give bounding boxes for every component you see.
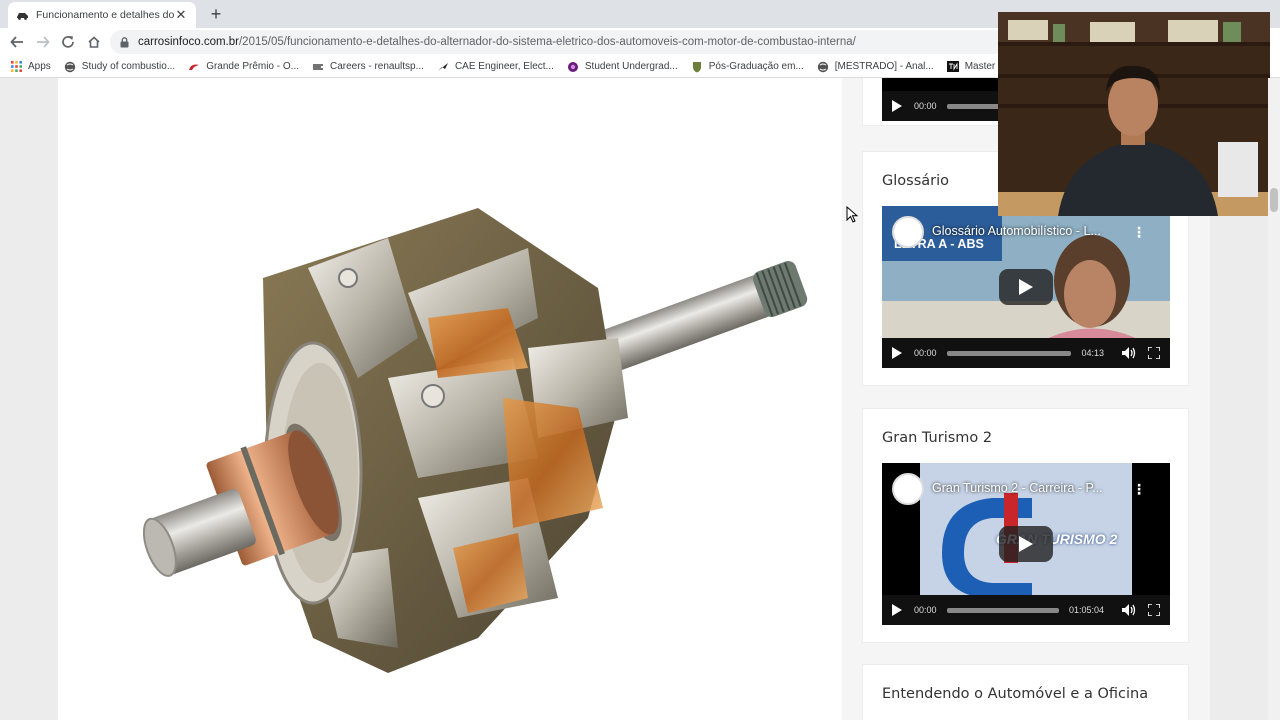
globe-icon (64, 61, 76, 73)
play-icon[interactable] (892, 604, 902, 616)
forward-icon[interactable] (33, 32, 53, 52)
bookmark-student-undergrad[interactable]: Student Undergrad... (567, 61, 678, 73)
site-favicon-icon (16, 10, 29, 21)
more-options-icon[interactable]: ⋮ (1132, 224, 1146, 241)
purple-circle-icon (567, 61, 579, 73)
url-domain: carrosinfoco.com.br (138, 36, 239, 48)
channel-avatar-icon[interactable] (892, 216, 924, 248)
url-path: /2015/05/funcionamento-e-detalhes-do-alt… (238, 36, 856, 48)
video-current-time: 00:00 (914, 101, 937, 111)
arrow-logo-icon (437, 61, 449, 73)
crest-icon (691, 61, 703, 73)
bookmark-mestrado[interactable]: [MESTRADO] - Anal... (817, 61, 934, 73)
scrollbar-thumb[interactable] (1270, 188, 1278, 212)
bookmark-label: Study of combustio... (81, 61, 176, 72)
bookmark-label: Student Undergrad... (584, 61, 678, 72)
big-play-icon[interactable] (999, 269, 1053, 305)
globe-icon (817, 61, 829, 73)
bookmark-label: CAE Engineer, Elect... (454, 61, 554, 72)
play-icon[interactable] (892, 100, 902, 112)
video-controls: 00:00 04:13 (882, 338, 1170, 368)
bookmark-pos-graduacao[interactable]: Pós-Graduação em... (691, 61, 804, 73)
renault-icon (312, 61, 324, 73)
bookmark-label: [MESTRADO] - Anal... (834, 61, 934, 72)
new-tab-button[interactable]: + (206, 4, 226, 24)
more-options-icon[interactable]: ⋮ (1132, 481, 1146, 498)
webcam-overlay (998, 12, 1270, 216)
bookmark-label: Apps (28, 61, 51, 72)
fullscreen-icon[interactable] (1148, 604, 1160, 616)
home-icon[interactable] (84, 32, 104, 52)
video-title[interactable]: Glossário Automobilístico - L... (932, 224, 1101, 238)
active-tab[interactable]: Funcionamento e detalhes do alt ✕ (8, 2, 196, 28)
video-progress-track[interactable] (946, 607, 1059, 613)
gp-logo-icon (188, 61, 200, 73)
bookmark-label: Pós-Graduação em... (708, 61, 804, 72)
channel-avatar-icon[interactable] (892, 473, 924, 505)
bookmark-cae-engineer[interactable]: CAE Engineer, Elect... (437, 61, 554, 73)
bookmark-study-of-combustion[interactable]: Study of combustio... (64, 61, 175, 73)
volume-icon[interactable] (1122, 347, 1136, 359)
bookmark-grande-premio[interactable]: Grande Prêmio - O... (188, 61, 299, 73)
video-duration: 01:05:04 (1068, 605, 1104, 615)
widget-title: Entendendo o Automóvel e a Oficina (882, 686, 1149, 702)
back-icon[interactable] (7, 32, 27, 52)
bookmark-label: Careers - renaultsp... (330, 61, 424, 72)
widget-title: Gran Turismo 2 (882, 430, 993, 446)
page-scrollbar[interactable] (1268, 78, 1280, 720)
widget-title: Glossário (882, 173, 949, 189)
tab-title: Funcionamento e detalhes do alt (36, 9, 174, 21)
article-card (58, 78, 842, 720)
reload-icon[interactable] (58, 32, 78, 52)
fullscreen-icon[interactable] (1148, 347, 1160, 359)
apps-grid-icon (10, 61, 22, 73)
bookmark-careers-renault[interactable]: Careers - renaultsp... (312, 61, 424, 73)
video-current-time: 00:00 (914, 348, 937, 358)
tab-close-icon[interactable]: ✕ (174, 7, 188, 23)
video-current-time: 00:00 (914, 605, 937, 615)
sidebar-widget-gran-turismo: Gran Turismo 2 GRAN TURISMO 2 Gran Turis… (862, 408, 1189, 643)
alternator-rotor-image (142, 208, 808, 673)
mouse-cursor-icon (846, 205, 859, 229)
volume-icon[interactable] (1122, 604, 1136, 616)
video-player-gran-turismo[interactable]: GRAN TURISMO 2 Gran Turismo 2 - Carreira… (882, 463, 1170, 625)
video-title[interactable]: Gran Turismo 2 - Carreira - P... (932, 481, 1103, 495)
play-icon[interactable] (892, 347, 902, 359)
video-player-glossario[interactable]: LETRA A - ABS Glossário Automobilístico … (882, 206, 1170, 368)
tno-icon (946, 61, 959, 73)
big-play-icon[interactable] (999, 526, 1053, 562)
bookmark-apps[interactable]: Apps (10, 61, 51, 73)
sidebar-widget-entendendo: Entendendo o Automóvel e a Oficina (862, 664, 1189, 720)
video-duration: 04:13 (1081, 348, 1104, 358)
bookmark-label: Grande Prêmio - O... (206, 61, 299, 72)
video-progress-track[interactable] (946, 350, 1072, 356)
video-controls: 00:00 01:05:04 (882, 595, 1170, 625)
lock-icon (120, 36, 129, 48)
